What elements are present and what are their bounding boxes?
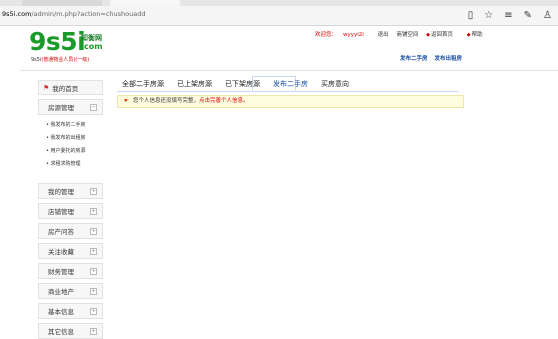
flag-icon: ⚑ [43,83,50,92]
reading-view-icon[interactable]: ▯ [468,8,474,23]
back-home-label: 返回首页 [430,32,453,38]
sidebar-group-label: 财务管理 [48,268,74,276]
favorite-star-icon[interactable]: ☆ [484,8,493,23]
help-icon: ◆ [466,32,471,38]
back-home-link[interactable]: ◆返回首页 [426,32,459,38]
expand-icon[interactable]: + [90,227,97,235]
share-icon[interactable]: ♙ [543,8,552,23]
sidebar-item-label: 我发布的二手房 [50,122,86,128]
url-field[interactable]: 9s5i.com/admin/m.php?action=chushouadd [2,10,146,18]
user-role-tag: 9s5i(普通物业人员)(一级) [31,56,89,63]
home-icon: ◆ [426,32,430,38]
publish-sell-link[interactable]: 发布二手房 [400,56,428,62]
sidebar-group-basic-info[interactable]: 基本信息 + [38,303,103,319]
sidebar-group-qa[interactable]: 房产问答 + [38,223,103,239]
sidebar-item-label: 我发布的出租房 [50,135,86,141]
sidebar-group-my-manage[interactable]: 我的管理 + [38,183,103,199]
sidebar-group-label: 店铺管理 [48,208,74,216]
url-path: /admin/m.php?action=chushouadd [31,10,146,18]
listing-tabs: 全部二手房源 已上架房源 已下架房源 发布二手房 买房意向 [122,78,362,90]
sidebar-group-label: 房产问答 [48,228,74,236]
tab-underline [117,91,458,92]
sidebar-item-label: 用户委托的房源 [50,148,86,154]
publish-rent-link[interactable]: 发布出租房 [434,56,462,62]
expand-icon[interactable]: + [90,247,97,255]
address-bar[interactable]: 9s5i.com/admin/m.php?action=chushouadd ▯… [0,6,558,26]
site-logo[interactable]: 9s5i 知衡网 .com 9s5i(普通物业人员)(一级) [29,29,104,65]
expand-icon[interactable]: + [90,207,97,215]
username-link[interactable]: wyyyi2i [343,32,364,38]
sidebar-item-entrusted[interactable]: • 用户委托的房源 [38,145,103,158]
logo-tag-left: 9s5i [31,57,42,63]
sidebar-group-listings[interactable]: 房源管理 − [38,99,103,115]
sidebar-group-label: 关注收藏 [48,248,74,256]
welcome-label: 欢迎您： [315,32,338,38]
shop-space-link[interactable]: 商铺空间 [396,32,418,38]
warning-icon: ☛ [124,98,129,104]
expand-icon[interactable]: + [90,327,97,335]
expand-icon[interactable]: + [90,307,97,315]
tab-buy-intent[interactable]: 买房意向 [321,78,349,90]
expand-icon[interactable]: + [90,287,97,295]
sidebar-group-finance[interactable]: 财务管理 + [38,263,103,279]
logo-cn: 知衡网 [81,34,102,42]
hub-icon[interactable]: ≡ [504,8,512,23]
sidebar-group-favorites[interactable]: 关注收藏 + [38,243,103,259]
sidebar-item-wanted[interactable]: • 求租求购管理 [38,158,103,171]
sidebar-home[interactable]: ⚑ 我的首页 [38,80,103,95]
profile-incomplete-notice: ☛ 您个人信息还没填写完整，点击完善个人信息。 [117,95,464,108]
sidebar-group-label: 商业地产 [48,288,74,296]
help-link[interactable]: ◆帮助 [467,32,489,38]
logo-text: 9s5i [29,27,86,56]
sidebar-item-my-rentals[interactable]: • 我发布的出租房 [38,132,103,145]
sidebar-submenu: • 我发布的二手房 • 我发布的出租房 • 用户委托的房源 • 求租求购管理 [38,115,103,173]
sidebar-home-label: 我的首页 [52,84,79,93]
complete-profile-link[interactable]: 点击完善个人信息。 [199,98,249,104]
tab-delisted[interactable]: 已下架房源 [225,78,260,90]
web-note-icon[interactable]: ✎ [524,8,532,23]
sidebar-group-other-info[interactable]: 其它信息 + [38,323,103,339]
url-domain: 9s5i.com [2,10,32,18]
expand-icon[interactable]: + [90,187,97,195]
logout-link[interactable]: 退出 [378,32,389,38]
sidebar-item-my-sales[interactable]: • 我发布的二手房 [38,119,103,132]
logo-tag-level: (一级) [75,57,90,63]
publish-links: 发布二手房 发布出租房 [400,54,467,62]
top-links: 欢迎您： wyyyi2i 退出 商铺空间 ◆返回首页 ◆帮助 [315,30,495,38]
header-divider [20,70,558,71]
help-label: 帮助 [471,32,483,38]
collapse-icon[interactable]: − [90,103,97,111]
notice-text: 您个人信息还没填写完整， [132,98,199,104]
sidebar-group-label: 房源管理 [48,104,74,112]
sidebar-group-label: 其它信息 [48,328,74,336]
sidebar-group-label: 基本信息 [48,308,74,316]
logo-tag-role: (普通物业人员) [41,57,76,63]
tab-publish-sale[interactable]: 发布二手房 [273,78,308,90]
welcome-text: 欢迎您： wyyyi2i [315,32,370,38]
sidebar-group-label: 我的管理 [48,188,74,196]
tab-listed[interactable]: 已上架房源 [177,78,212,90]
tab-all-listings[interactable]: 全部二手房源 [122,78,164,90]
sidebar-item-label: 求租求购管理 [50,161,81,167]
expand-icon[interactable]: + [90,267,97,275]
sidebar: ⚑ 我的首页 房源管理 − • 我发布的二手房 • 我发布的出租房 • 用户委托… [38,80,103,339]
logo-com: .com [81,42,103,51]
sidebar-group-shop[interactable]: 店铺管理 + [38,203,103,219]
sidebar-group-commercial[interactable]: 商业地产 + [38,283,103,299]
